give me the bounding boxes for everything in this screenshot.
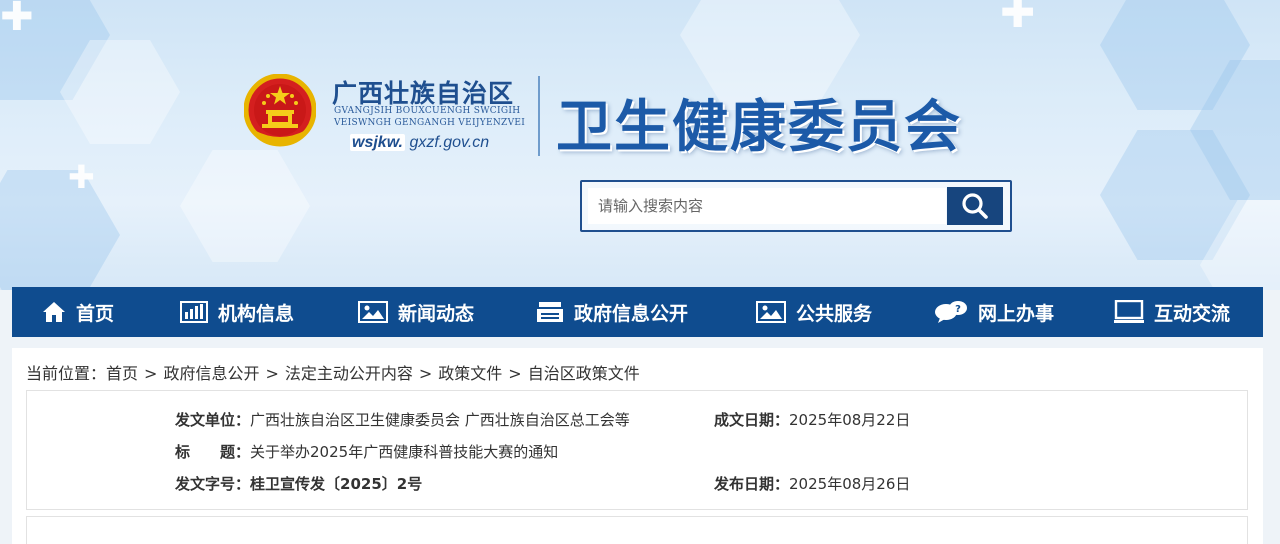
site-url: wsjkw. gxzf.gov.cn [350, 134, 490, 151]
svg-text:?: ? [955, 304, 961, 315]
search-box [580, 180, 1012, 232]
search-icon [962, 193, 988, 219]
nav-item-label: 公共服务 [796, 302, 873, 325]
page-title: 卫生健康委员会 [556, 94, 962, 160]
nav-item-label: 新闻动态 [398, 302, 475, 325]
header-divider [538, 76, 540, 156]
meta-publish-date-value: 2025年08月26日 [789, 475, 911, 493]
breadcrumb-link-statutory[interactable]: 法定主动公开内容 [285, 364, 413, 383]
nav-item-public-service[interactable]: 公共服务 [756, 287, 872, 337]
chat-bubbles-icon: ? [934, 300, 968, 324]
decor-plus-icon: ✚ [0, 0, 34, 40]
meta-issuer: 发文单位：广西壮族自治区卫生健康委员会 广西壮族自治区总工会等 [175, 409, 630, 430]
header-banner: ✚ ✚ ✚ 广西壮族自治区 GVANGJSIH BOUXCUENGH SWCIG… [0, 0, 1280, 290]
nav-item-home[interactable]: 首页 [42, 287, 114, 337]
document-meta: 发文单位：广西壮族自治区卫生健康委员会 广西壮族自治区总工会等 成文日期：202… [26, 390, 1248, 510]
breadcrumb-link-gov-info[interactable]: 政府信息公开 [163, 364, 259, 383]
decor-plus-icon: ✚ [68, 158, 95, 196]
meta-title-label: 标 题： [175, 443, 251, 461]
meta-written-date-value: 2025年08月22日 [789, 411, 911, 429]
decor-plus-icon: ✚ [1000, 0, 1036, 37]
image-icon [358, 301, 388, 323]
meta-publish-date: 发布日期：2025年08月26日 [714, 473, 910, 494]
monitor-icon [1114, 300, 1144, 324]
meta-title: 标 题：关于举办2025年广西健康科普技能大赛的通知 [175, 441, 558, 462]
nav-item-label: 政府信息公开 [574, 302, 689, 325]
bar-chart-icon [180, 301, 208, 323]
breadcrumb-prefix: 当前位置： [26, 364, 107, 383]
meta-doc-number-value: 桂卫宣传发〔2025〕2号 [250, 475, 423, 493]
meta-doc-number-label: 发文字号： [175, 475, 251, 493]
meta-written-date: 成文日期：2025年08月22日 [714, 409, 910, 430]
content-panel: 当前位置：首页 > 政府信息公开 > 法定主动公开内容 > 政策文件 > 自治区政策文件 发文单… [12, 348, 1263, 544]
home-icon [42, 301, 66, 323]
breadcrumb-link-regional-policy[interactable]: 自治区政策文件 [528, 364, 640, 383]
breadcrumb-link-policy[interactable]: 政策文件 [438, 364, 502, 383]
decor-hexagon [180, 150, 310, 262]
breadcrumb-separator: > [265, 364, 279, 383]
breadcrumb-separator: > [508, 364, 522, 383]
nav-item-label: 首页 [76, 302, 115, 325]
search-button[interactable] [947, 187, 1003, 225]
nav-item-label: 网上办事 [978, 302, 1055, 325]
breadcrumb-separator: > [418, 364, 433, 383]
org-name-cn: 广西壮族自治区 [332, 79, 515, 108]
national-emblem-icon [244, 74, 316, 147]
breadcrumb: 当前位置：首页 > 政府信息公开 > 法定主动公开内容 > 政策文件 > 自治区政策文件 [26, 360, 640, 384]
nav-item-interaction[interactable]: 互动交流 [1114, 287, 1230, 337]
nav-item-label: 互动交流 [1154, 302, 1231, 325]
meta-issuer-label: 发文单位： [175, 411, 251, 429]
nav-item-online-service[interactable]: ? 网上办事 [934, 287, 1054, 337]
nav-item-label: 机构信息 [218, 302, 295, 325]
meta-issuer-value: 广西壮族自治区卫生健康委员会 广西壮族自治区总工会等 [250, 411, 630, 429]
org-name-zhuang: VEISWNGH GENGANGH VEIJYENZVEI [334, 118, 526, 128]
org-name-zhuang: GVANGJSIH BOUXCUENGH SWCIGIH [334, 106, 521, 116]
search-input[interactable] [588, 188, 946, 224]
breadcrumb-link-home[interactable]: 首页 [106, 364, 138, 383]
meta-written-date-label: 成文日期： [714, 411, 790, 429]
meta-publish-date-label: 发布日期： [714, 475, 790, 493]
meta-title-value: 关于举办2025年广西健康科普技能大赛的通知 [250, 443, 559, 461]
meta-doc-number: 发文字号：桂卫宣传发〔2025〕2号 [175, 473, 422, 494]
nav-item-gov-info-disclosure[interactable]: 政府信息公开 [536, 287, 688, 337]
breadcrumb-separator: > [144, 364, 158, 383]
image-icon [756, 301, 786, 323]
document-body [26, 516, 1248, 544]
main-nav: 首页 机构信息 新闻动态 政府信息公开 公共服务 ? 网上办事 互动交流 [12, 287, 1263, 337]
nav-item-org-info[interactable]: 机构信息 [180, 287, 294, 337]
nav-item-news[interactable]: 新闻动态 [358, 287, 474, 337]
files-icon [536, 301, 564, 323]
decor-hexagon [0, 170, 120, 290]
